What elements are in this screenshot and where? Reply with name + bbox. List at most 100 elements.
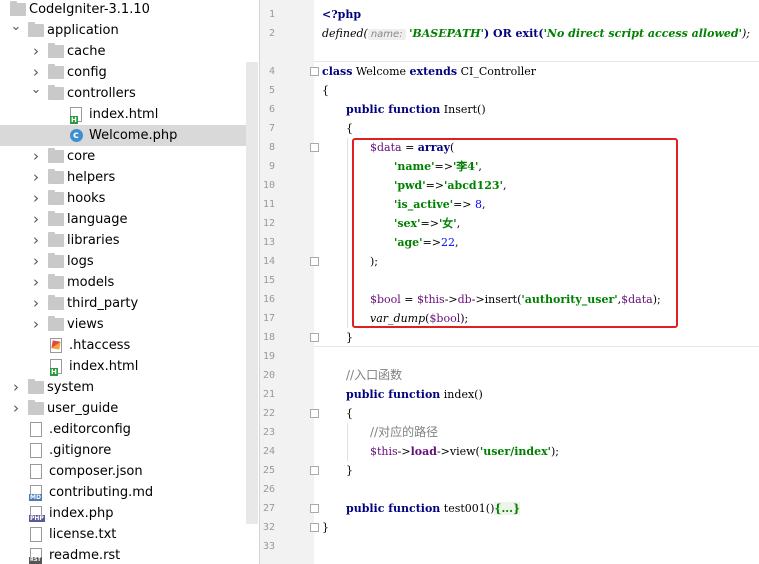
tree-item-helpers[interactable]: › helpers — [0, 167, 258, 188]
code-line-2[interactable]: defined(name: 'BASEPATH') OR exit('No di… — [322, 24, 750, 43]
line-number: 11 — [262, 199, 275, 210]
line-number: 25 — [262, 465, 275, 476]
fold-marker-icon[interactable] — [310, 523, 319, 532]
tree-item-system[interactable]: › system — [0, 377, 258, 398]
tree-item-logs[interactable]: › logs — [0, 251, 258, 272]
fold-marker-icon[interactable] — [310, 143, 319, 152]
chevron-down-icon[interactable]: ⌄ — [10, 16, 22, 37]
tree-item-label: index.php — [49, 506, 114, 521]
folder-icon — [48, 232, 64, 247]
code-line-18[interactable]: } — [346, 328, 353, 347]
tree-item-cache[interactable]: › cache — [0, 41, 258, 62]
fold-marker-icon[interactable] — [310, 333, 319, 342]
folder-icon — [48, 85, 64, 100]
tree-item-views[interactable]: › views — [0, 314, 258, 335]
code-line-24[interactable]: $this->load->view('user/index'); — [370, 442, 559, 461]
tree-item-label: cache — [67, 44, 106, 59]
tree-scrollbar[interactable] — [246, 62, 258, 524]
tree-item-label: core — [67, 149, 96, 164]
tree-item-libraries[interactable]: › libraries — [0, 230, 258, 251]
code-token: ) OR exit( — [483, 27, 544, 40]
tree-item-gitignore[interactable]: .gitignore — [0, 440, 258, 461]
tree-item-readme-rst[interactable]: readme.rst — [0, 545, 258, 564]
chevron-right-icon[interactable]: › — [30, 188, 42, 209]
method-separator — [314, 346, 759, 347]
tree-item-models[interactable]: › models — [0, 272, 258, 293]
tree-item-controllers[interactable]: ⌄ controllers — [0, 82, 258, 104]
code-token: ); — [741, 27, 750, 40]
code-line-6[interactable]: public function Insert() — [346, 100, 486, 119]
tree-item-welcome-php[interactable]: Welcome.php — [0, 125, 258, 146]
tree-item-label: index.html — [89, 107, 159, 122]
tree-item-application[interactable]: ⌄ application — [0, 19, 258, 41]
tree-item-contributing-md[interactable]: contributing.md — [0, 482, 258, 503]
code-comment[interactable]: //对应的路径 — [370, 423, 438, 442]
code-line-25[interactable]: } — [346, 461, 353, 480]
code-token: defined( — [322, 27, 368, 40]
code-line-5[interactable]: { — [322, 81, 329, 100]
tree-item-third-party[interactable]: › third_party — [0, 293, 258, 314]
chevron-right-icon[interactable]: › — [10, 377, 22, 398]
tree-item-label: index.html — [69, 359, 139, 374]
tree-item-codeigniter-3-1-10[interactable]: CodeIgniter-3.1.10 — [0, 0, 258, 20]
code-line-7[interactable]: { — [346, 119, 353, 138]
chevron-right-icon[interactable]: › — [30, 230, 42, 251]
code-line-21[interactable]: public function index() — [346, 385, 483, 404]
code-token: $this — [370, 445, 398, 458]
tree-item-label: .gitignore — [49, 443, 112, 458]
code-token: ); — [551, 445, 560, 458]
tree-item-hooks[interactable]: › hooks — [0, 188, 258, 209]
chevron-right-icon[interactable]: › — [30, 314, 42, 335]
tree-item-index-html[interactable]: index.html — [0, 356, 258, 377]
chevron-right-icon[interactable]: › — [30, 251, 42, 272]
file-icon — [30, 464, 42, 479]
chevron-right-icon[interactable]: › — [30, 41, 42, 62]
html-file-icon — [70, 107, 82, 124]
code-line-27[interactable]: public function test001(){...} — [346, 499, 521, 518]
chevron-right-icon[interactable]: › — [30, 272, 42, 293]
php-file-icon — [29, 506, 45, 522]
code-line-1[interactable]: <?php — [322, 5, 361, 24]
chevron-right-icon[interactable]: › — [10, 398, 22, 419]
tree-item-label: user_guide — [47, 401, 119, 416]
tree-item-user-guide[interactable]: › user_guide — [0, 398, 258, 419]
rst-file-icon — [29, 548, 42, 564]
tree-item-composer-json[interactable]: composer.json — [0, 461, 258, 482]
tree-item-label: logs — [67, 254, 94, 269]
folded-code[interactable]: {...} — [494, 502, 521, 515]
code-token: test001() — [440, 502, 495, 515]
chevron-down-icon[interactable]: ⌄ — [30, 79, 42, 100]
tree-item-label: .editorconfig — [49, 422, 131, 437]
line-number: 19 — [262, 351, 275, 362]
line-number: 22 — [262, 408, 275, 419]
project-tree[interactable]: CodeIgniter-3.1.10 ⌄ application › cache › con… — [0, 0, 258, 564]
fold-marker-icon[interactable] — [310, 409, 319, 418]
tree-item-core[interactable]: › core — [0, 146, 258, 167]
fold-marker-icon[interactable] — [310, 466, 319, 475]
tree-item-index-php[interactable]: index.php — [0, 503, 258, 524]
tree-item-license-txt[interactable]: license.txt — [0, 524, 258, 545]
chevron-right-icon[interactable]: › — [30, 146, 42, 167]
tree-item-index-html[interactable]: index.html — [0, 104, 258, 125]
fold-marker-icon[interactable] — [310, 504, 319, 513]
chevron-right-icon[interactable]: › — [30, 209, 42, 230]
tree-item-label: Welcome.php — [89, 128, 178, 143]
tree-item-htaccess[interactable]: .htaccess — [0, 335, 258, 356]
folder-icon — [48, 211, 64, 226]
code-line-22[interactable]: { — [346, 404, 353, 423]
tree-item-label: readme.rst — [49, 548, 121, 563]
folder-icon — [48, 64, 64, 79]
code-line-32[interactable]: } — [322, 518, 329, 537]
file-icon — [30, 422, 42, 437]
code-line-4[interactable]: class Welcome extends CI_Controller — [322, 62, 536, 81]
folder-icon — [10, 1, 26, 16]
tree-item-label: models — [67, 275, 115, 290]
code-comment[interactable]: //入口函数 — [346, 366, 402, 385]
tree-item-label: contributing.md — [49, 485, 154, 500]
fold-marker-icon[interactable] — [310, 257, 319, 266]
chevron-right-icon[interactable]: › — [30, 293, 42, 314]
chevron-right-icon[interactable]: › — [30, 167, 42, 188]
fold-marker-icon[interactable] — [310, 67, 319, 76]
tree-item-language[interactable]: › language — [0, 209, 258, 230]
tree-item-editorconfig[interactable]: .editorconfig — [0, 419, 258, 440]
